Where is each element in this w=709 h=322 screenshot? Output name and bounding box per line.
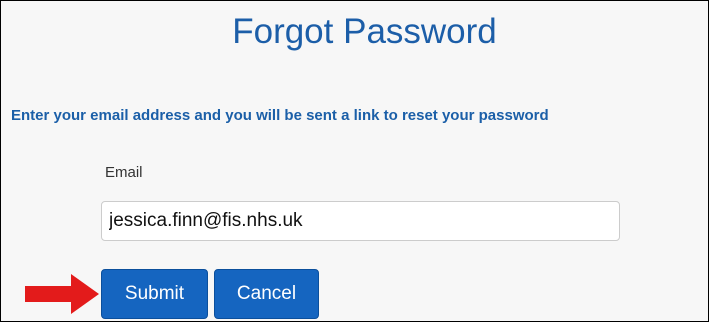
email-label: Email — [105, 164, 143, 181]
page-frame: Forgot Password Enter your email address… — [0, 0, 709, 322]
submit-button[interactable]: Submit — [101, 269, 208, 319]
cancel-button[interactable]: Cancel — [214, 269, 319, 319]
instructions-text: Enter your email address and you will be… — [11, 107, 549, 124]
email-field[interactable] — [101, 201, 620, 241]
red-right-arrow-icon — [25, 274, 99, 314]
page-title: Forgot Password — [232, 12, 497, 51]
